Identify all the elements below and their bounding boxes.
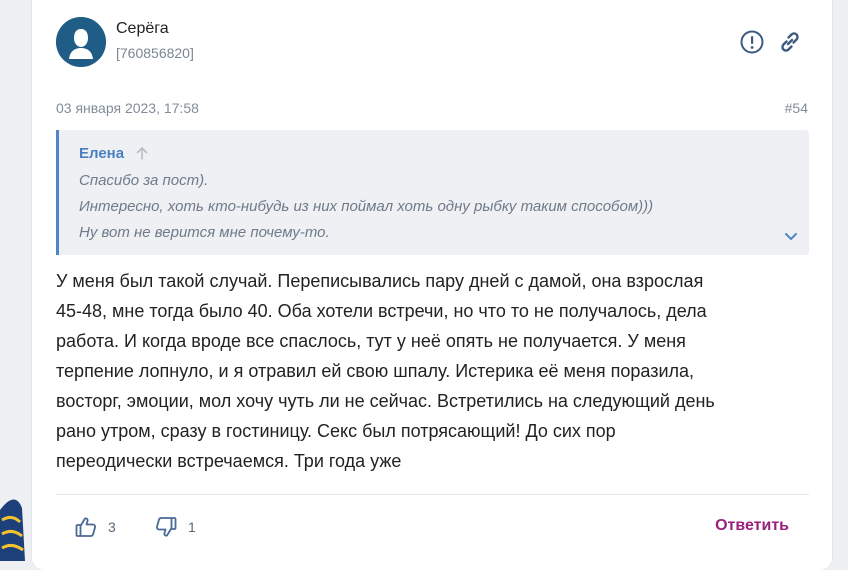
- author-name[interactable]: Серёга: [116, 20, 169, 38]
- exclamation-circle-icon[interactable]: [739, 29, 765, 55]
- quote-block: Елена Спасибо за пост). Интересно, хоть …: [56, 130, 809, 255]
- link-icon[interactable]: [777, 29, 803, 55]
- quote-line: Интересно, хоть кто-нибудь из них поймал…: [79, 198, 654, 215]
- like-count: 3: [108, 519, 116, 535]
- comment-line: У меня был такой случай. Переписывались …: [56, 271, 704, 291]
- avatar[interactable]: [56, 17, 106, 67]
- comment-body: У меня был такой случай. Переписывались …: [56, 266, 806, 476]
- comment-line: рано утром, сразу в гостиницу. Секс был …: [56, 421, 616, 441]
- thumbs-up-icon: [75, 517, 97, 537]
- divider: [56, 494, 809, 495]
- comment-line: терпение лопнуло, и я отравил ей свою шп…: [56, 361, 695, 381]
- quote-author[interactable]: Елена: [79, 145, 124, 162]
- comment-line: работа. И когда вроде все спаслось, тут …: [56, 331, 686, 351]
- like-button[interactable]: 3: [74, 514, 116, 540]
- quote-line: Спасибо за пост).: [79, 172, 209, 189]
- comment-line: 45-48, мне тогда было 40. Оба хотели вст…: [56, 301, 707, 321]
- post-date: 03 января 2023, 17:58: [56, 100, 199, 116]
- decorative-illustration: [0, 499, 25, 561]
- author-id: [760856820]: [116, 45, 194, 61]
- dislike-button[interactable]: 1: [154, 514, 196, 540]
- comment-line: переодически встречаемся. Три года уже: [56, 451, 402, 471]
- quote-line: Ну вот не верится мне почему-то.: [79, 224, 330, 241]
- arrow-up-icon[interactable]: [135, 146, 149, 160]
- post-number[interactable]: #54: [785, 100, 808, 116]
- reply-button[interactable]: Ответить: [715, 517, 789, 535]
- chevron-down-icon[interactable]: [783, 228, 799, 244]
- thumbs-down-icon: [155, 517, 177, 537]
- dislike-count: 1: [188, 519, 196, 535]
- comment-line: восторг, эмоции, мол хочу чуть ли не сей…: [56, 391, 715, 411]
- user-silhouette-icon: [56, 17, 106, 67]
